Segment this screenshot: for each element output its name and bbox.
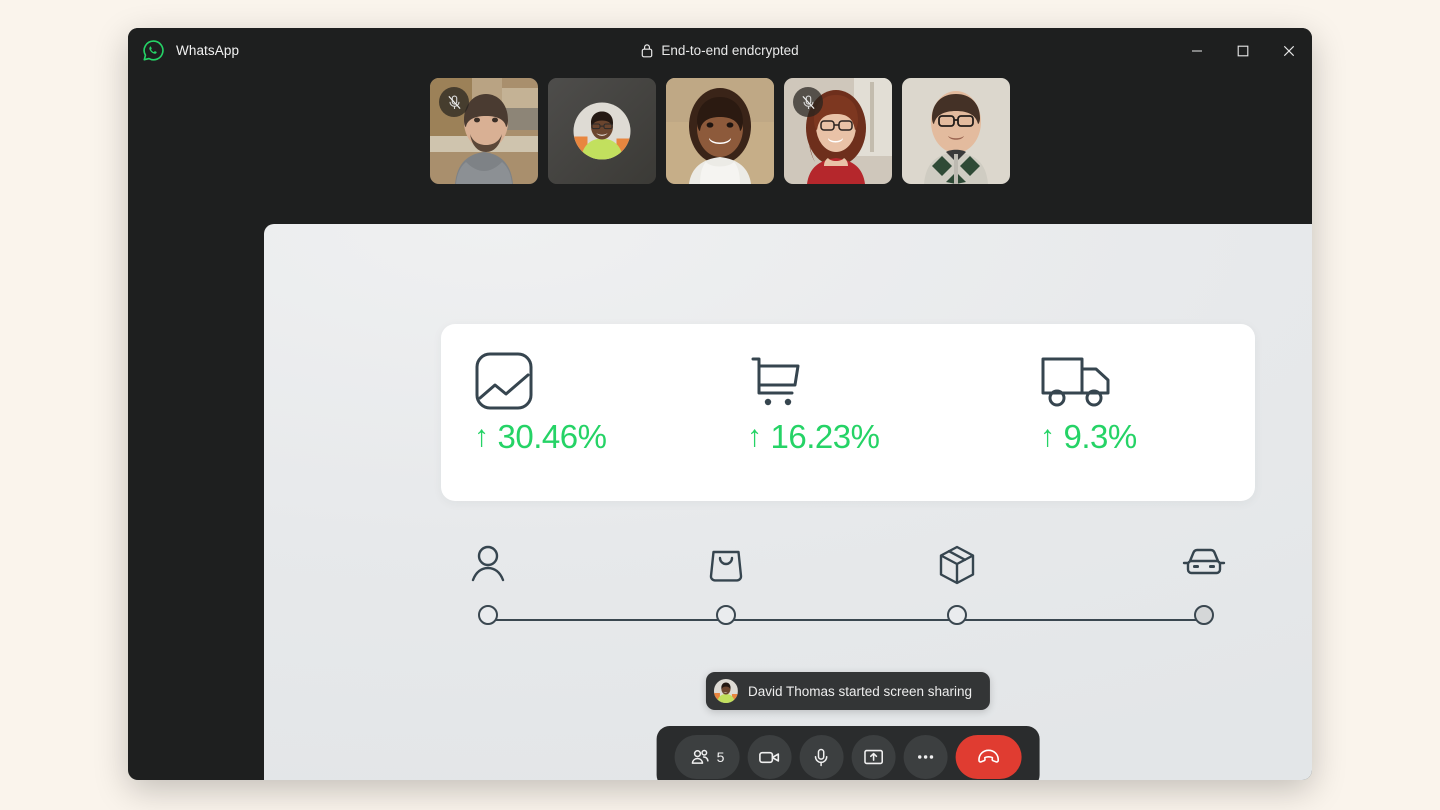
person-icon — [470, 544, 506, 584]
encryption-label: End-to-end endcrypted — [661, 43, 799, 58]
whatsapp-logo-icon — [142, 39, 165, 62]
participants-button[interactable]: 5 — [674, 735, 740, 779]
timeline-node-2[interactable] — [715, 605, 736, 625]
metric-value-cart: ↑ 16.23% — [747, 418, 962, 456]
up-arrow-icon: ↑ — [747, 420, 762, 453]
mic-off-icon — [439, 87, 469, 117]
encryption-indicator: End-to-end endcrypted — [128, 43, 1312, 58]
metric-cart: ↑ 16.23% — [689, 324, 962, 501]
toast-avatar — [713, 679, 738, 703]
camera-button[interactable] — [747, 735, 792, 779]
people-icon — [690, 747, 711, 768]
up-arrow-icon: ↑ — [1040, 420, 1055, 453]
delivery-truck-icon — [1040, 350, 1255, 412]
mic-off-icon — [793, 87, 823, 117]
participants-count: 5 — [716, 749, 725, 765]
timeline-track — [488, 619, 1204, 621]
participant-strip — [128, 73, 1312, 189]
order-progress-timeline — [471, 544, 1226, 644]
timeline-node-1[interactable] — [478, 605, 498, 625]
shopping-bag-icon — [708, 544, 744, 584]
shopping-cart-icon — [747, 350, 962, 412]
participant-tile-3[interactable] — [666, 78, 774, 184]
participant-video-3 — [666, 78, 774, 184]
timeline-node-3[interactable] — [946, 605, 967, 625]
end-call-icon — [975, 744, 1001, 770]
metric-percent: 9.3% — [1063, 418, 1138, 455]
title-bar-left: WhatsApp — [128, 39, 239, 62]
share-screen-icon — [862, 746, 884, 768]
metric-value-impressions: ↑ 30.46% — [474, 418, 689, 456]
participant-tile-2[interactable] — [548, 78, 656, 184]
microphone-icon — [811, 747, 832, 768]
app-title: WhatsApp — [176, 43, 240, 58]
call-control-bar: 5 — [656, 726, 1040, 780]
shared-screen: ↑ 30.46% ↑ 16.23% ↑ 9.3% David Thomas st… — [264, 224, 1312, 780]
close-button[interactable] — [1266, 28, 1312, 73]
end-call-button[interactable] — [955, 735, 1022, 779]
image-chart-icon — [474, 350, 689, 412]
metric-percent: 16.23% — [770, 418, 880, 455]
timeline-icons — [471, 544, 1226, 590]
metrics-card: ↑ 30.46% ↑ 16.23% ↑ 9.3% — [441, 324, 1255, 501]
more-dots-icon — [914, 746, 936, 768]
screen-share-toast: David Thomas started screen sharing — [705, 672, 991, 710]
more-options-button[interactable] — [903, 735, 948, 779]
participant-tile-4[interactable] — [784, 78, 892, 184]
microphone-button[interactable] — [799, 735, 844, 779]
title-bar: WhatsApp End-to-end endcrypted — [128, 28, 1312, 73]
car-front-icon — [1182, 544, 1226, 582]
video-camera-icon — [758, 746, 781, 769]
participant-tile-5[interactable] — [902, 78, 1010, 184]
share-screen-button[interactable] — [851, 735, 896, 779]
toast-message: David Thomas started screen sharing — [747, 683, 973, 699]
lock-icon — [641, 43, 653, 58]
up-arrow-icon: ↑ — [474, 420, 489, 453]
window-controls — [1174, 28, 1312, 73]
whatsapp-window: WhatsApp End-to-end endcrypted ↑ 30.46% … — [128, 28, 1312, 780]
avatar — [573, 102, 631, 160]
metric-impressions: ↑ 30.46% — [441, 324, 689, 501]
minimize-button[interactable] — [1174, 28, 1220, 73]
maximize-button[interactable] — [1220, 28, 1266, 73]
metric-delivery: ↑ 9.3% — [962, 324, 1255, 501]
metric-percent: 30.46% — [497, 418, 607, 455]
participant-video-5 — [902, 78, 1010, 184]
timeline-node-4[interactable] — [1194, 605, 1214, 625]
package-box-icon — [937, 544, 977, 586]
participant-tile-1[interactable] — [430, 78, 538, 184]
metric-value-delivery: ↑ 9.3% — [1040, 418, 1255, 456]
